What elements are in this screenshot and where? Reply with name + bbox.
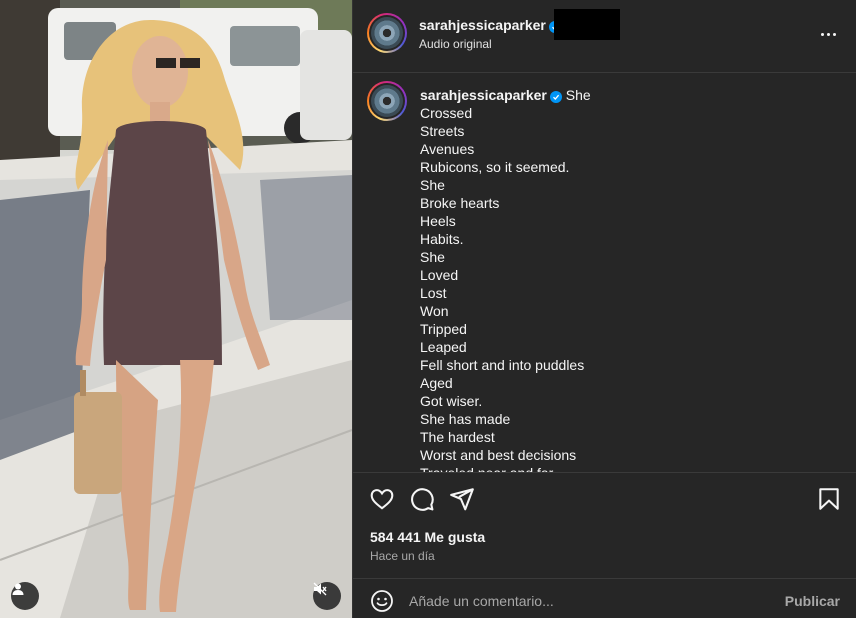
caption-line: Heels bbox=[420, 213, 456, 229]
caption-line: Tripped bbox=[420, 321, 467, 337]
user-tag-icon bbox=[12, 583, 24, 595]
caption-line: She has made bbox=[420, 411, 511, 427]
caption-line: Habits. bbox=[420, 231, 464, 247]
caption-line: Loved bbox=[420, 267, 459, 283]
mute-toggle-button[interactable] bbox=[313, 582, 341, 610]
caption-line: Traveled near and far bbox=[420, 464, 820, 472]
caption-first-line: sarahjessicaparker She bbox=[420, 86, 820, 104]
bookmark-icon[interactable] bbox=[816, 486, 842, 512]
caption-line: Got wiser. bbox=[420, 393, 483, 409]
caption-line: Fell short and into puddles bbox=[420, 357, 585, 373]
publish-button[interactable]: Publicar bbox=[785, 593, 840, 609]
redacted-area bbox=[554, 9, 620, 40]
author-username[interactable]: sarahjessicaparker bbox=[419, 17, 546, 33]
post-video[interactable] bbox=[0, 0, 352, 618]
tagged-users-button[interactable] bbox=[11, 582, 39, 610]
caption-username[interactable]: sarahjessicaparker bbox=[420, 87, 547, 103]
video-frame-image bbox=[0, 0, 352, 618]
comment-icon[interactable] bbox=[409, 486, 435, 512]
comment-form: Publicar bbox=[353, 587, 856, 618]
caption-scroll-area[interactable]: sarahjessicaparker She Crossed Streets A… bbox=[353, 72, 856, 472]
caption-line: Streets bbox=[420, 123, 465, 139]
share-icon[interactable] bbox=[449, 486, 475, 512]
emoji-icon[interactable] bbox=[370, 589, 394, 613]
verified-badge-icon bbox=[549, 91, 562, 103]
caption-line: Rubicons, so it seemed. bbox=[420, 159, 570, 175]
caption-line: Won bbox=[420, 303, 449, 319]
comment-input[interactable] bbox=[409, 589, 769, 613]
post-timestamp[interactable]: Hace un día bbox=[370, 549, 435, 563]
comment-divider bbox=[353, 578, 856, 579]
caption-line: She bbox=[420, 177, 445, 193]
author-avatar[interactable] bbox=[367, 13, 407, 53]
post-actions bbox=[353, 472, 856, 522]
caption-line: Broke hearts bbox=[420, 195, 500, 211]
caption-line: Crossed bbox=[420, 105, 473, 121]
heart-icon[interactable] bbox=[369, 486, 395, 512]
caption-line: Avenues bbox=[420, 141, 475, 157]
caption-line: She bbox=[420, 249, 445, 265]
caption-line: Worst and best decisions bbox=[420, 447, 577, 463]
like-count[interactable]: 584 441 Me gusta bbox=[370, 529, 485, 545]
muted-icon bbox=[313, 582, 327, 596]
caption-line: Lost bbox=[420, 285, 447, 301]
post-details-panel: sarahjessicaparker Audio original sarahj… bbox=[352, 0, 856, 618]
more-options-icon bbox=[820, 32, 824, 36]
caption-line: She bbox=[565, 87, 591, 103]
caption-line: The hardest bbox=[420, 429, 495, 445]
caption-line: Aged bbox=[420, 375, 453, 391]
caption-text: sarahjessicaparker She Crossed Streets A… bbox=[420, 86, 820, 472]
post-modal: sarahjessicaparker Audio original sarahj… bbox=[0, 0, 856, 618]
caption-author-avatar[interactable] bbox=[367, 81, 407, 121]
caption-line: Leaped bbox=[420, 339, 467, 355]
audio-label[interactable]: Audio original bbox=[419, 37, 492, 51]
more-options-button[interactable] bbox=[816, 22, 840, 46]
